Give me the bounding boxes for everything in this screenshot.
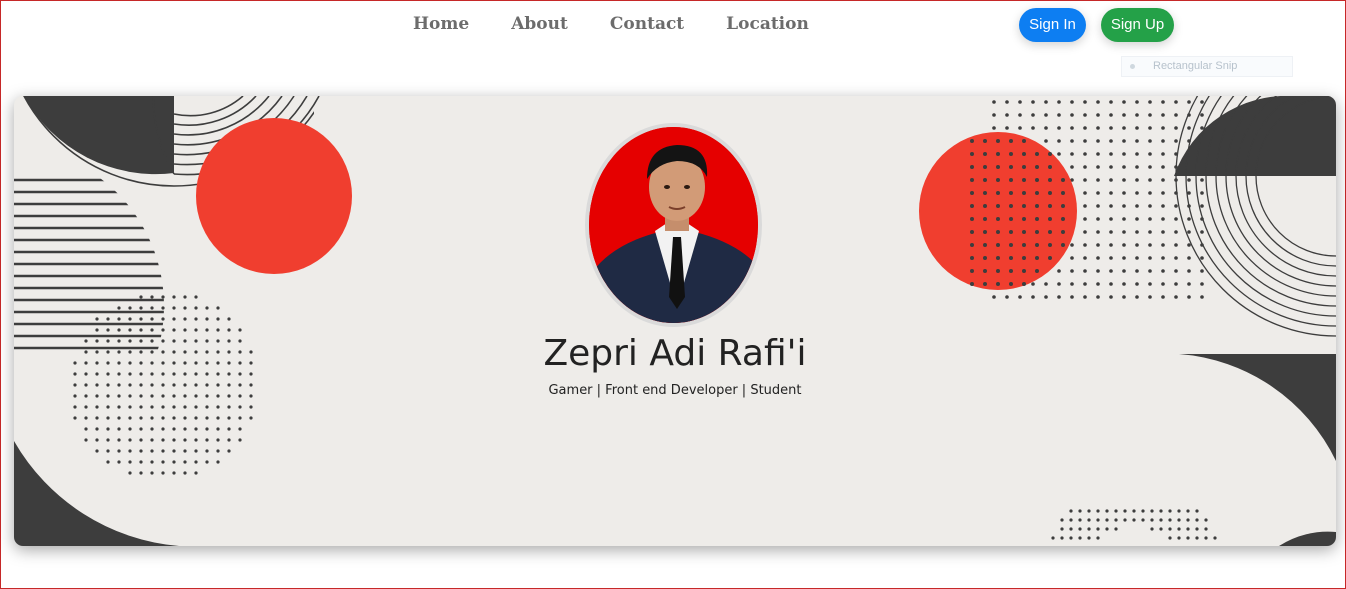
- profile-avatar: [585, 123, 762, 327]
- snip-tooltip-label: Rectangular Snip: [1153, 60, 1238, 72]
- snip-tooltip[interactable]: Rectangular Snip: [1121, 56, 1293, 77]
- nav-location-link[interactable]: Location: [705, 12, 830, 36]
- sign-in-button[interactable]: Sign In: [1019, 8, 1086, 42]
- nav-contact-link[interactable]: Contact: [589, 12, 705, 36]
- profile-photo: [589, 127, 758, 323]
- profile-tagline: Gamer | Front end Developer | Student: [548, 383, 802, 398]
- nav-about-link[interactable]: About: [490, 12, 589, 36]
- nav-home-link[interactable]: Home: [392, 12, 490, 36]
- main-nav: Home About Contact Location: [392, 12, 830, 36]
- profile-name: Zepri Adi Rafi'i: [543, 333, 807, 374]
- snip-mode-icon: [1130, 64, 1135, 69]
- profile-banner: Zepri Adi Rafi'i Gamer | Front end Devel…: [14, 96, 1336, 546]
- sign-up-button[interactable]: Sign Up: [1101, 8, 1174, 42]
